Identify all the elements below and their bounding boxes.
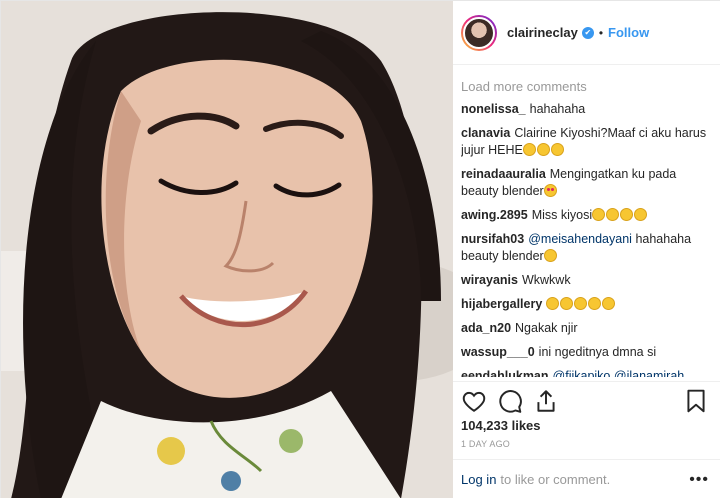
- action-icons: [461, 386, 713, 416]
- portrait-illustration: [1, 1, 453, 498]
- comment-username[interactable]: nonelissa_: [461, 102, 526, 116]
- tears-emoji-icon: [620, 208, 634, 221]
- side-panel: clairineclay ✔ • Follow Load more commen…: [453, 1, 720, 498]
- grin-emoji-icon: [560, 297, 574, 310]
- bookmark-icon[interactable]: [683, 388, 709, 414]
- comment-icon[interactable]: [497, 388, 523, 414]
- comment-text: Ngakak njir: [515, 321, 578, 335]
- comment-item: awing.2895 Miss kiyosi: [461, 207, 715, 224]
- comment-username[interactable]: ada_n20: [461, 321, 511, 335]
- post-photo[interactable]: [1, 1, 453, 498]
- comment-username[interactable]: hijabergallery: [461, 297, 542, 311]
- comment-username[interactable]: clanavia: [461, 126, 510, 140]
- verified-badge-icon: ✔: [581, 26, 594, 39]
- comment-username[interactable]: eendahlukman: [461, 369, 549, 377]
- action-bar: 104,233 likes 1 DAY AGO: [453, 381, 720, 449]
- tears-emoji-icon: [522, 143, 536, 156]
- comment-username[interactable]: wirayanis: [461, 273, 518, 287]
- grin-emoji-icon: [602, 297, 616, 310]
- login-bar: Log in to like or comment. •••: [453, 459, 720, 498]
- tears-emoji-icon: [536, 143, 550, 156]
- comment-text: Miss kiyosi: [531, 208, 593, 222]
- tears-emoji-icon: [550, 143, 564, 156]
- heart-eyes-emoji-icon: [543, 184, 557, 197]
- comment-item: wirayanis Wkwkwk: [461, 272, 715, 289]
- comment-item: reinadaauralia Mengingatkan ku pada beaut…: [461, 166, 715, 200]
- tears-emoji-icon: [543, 249, 557, 262]
- comment-item: clanavia Clairine Kiyoshi?Maaf ci aku har…: [461, 125, 715, 159]
- follow-button[interactable]: Follow: [608, 25, 649, 40]
- post-timestamp[interactable]: 1 DAY AGO: [461, 439, 713, 449]
- grin-emoji-icon: [546, 297, 560, 310]
- comment-item: wassup___0 ini ngeditnya dmna si: [461, 344, 715, 361]
- post-header: clairineclay ✔ • Follow: [453, 1, 720, 65]
- tears-emoji-icon: [606, 208, 620, 221]
- grin-emoji-icon: [588, 297, 602, 310]
- comment-container: nonelissa_ hahahaha clanavia Clairine Kiyos…: [461, 101, 715, 377]
- comment-username[interactable]: nursifah03: [461, 232, 524, 246]
- separator-dot: •: [598, 25, 604, 40]
- comment-mention[interactable]: @meisahendayani: [528, 232, 632, 246]
- comment-text: Wkwkwk: [521, 273, 571, 287]
- share-icon[interactable]: [533, 388, 559, 414]
- tears-emoji-icon: [592, 208, 606, 221]
- instagram-post: clairineclay ✔ • Follow Load more commen…: [0, 0, 720, 498]
- comments-list[interactable]: Load more comments nonelissa_ hahahahacla…: [461, 73, 715, 377]
- login-link[interactable]: Log in: [461, 472, 496, 487]
- avatar-image: [463, 16, 495, 49]
- comment-item: nonelissa_ hahahaha: [461, 101, 715, 118]
- avatar[interactable]: [461, 14, 497, 51]
- comment-mention[interactable]: @fiikapiko: [553, 369, 611, 377]
- more-options-icon[interactable]: •••: [689, 471, 709, 489]
- comment-item: ada_n20 Ngakak njir: [461, 320, 715, 337]
- tears-emoji-icon: [634, 208, 648, 221]
- comment-username[interactable]: wassup___0: [461, 345, 535, 359]
- comment-text: hahahaha: [529, 102, 586, 116]
- comment-item: hijabergallery: [461, 296, 715, 313]
- comment-username[interactable]: awing.2895: [461, 208, 528, 222]
- likes-count[interactable]: 104,233 likes: [461, 418, 713, 433]
- comment-text: ini ngeditnya dmna si: [538, 345, 657, 359]
- comment-item: nursifah03 @meisahendayani hahahaha beaut…: [461, 231, 715, 265]
- login-text: to like or comment.: [500, 472, 611, 487]
- grin-emoji-icon: [574, 297, 588, 310]
- comment-item: eendahlukman @fiikapiko @ilanamirah: [461, 368, 715, 377]
- username-link[interactable]: clairineclay: [507, 25, 578, 40]
- heart-icon[interactable]: [461, 388, 487, 414]
- comment-username[interactable]: reinadaauralia: [461, 167, 546, 181]
- comment-mention[interactable]: @ilanamirah: [614, 369, 684, 377]
- load-more-comments-button[interactable]: Load more comments: [461, 79, 715, 95]
